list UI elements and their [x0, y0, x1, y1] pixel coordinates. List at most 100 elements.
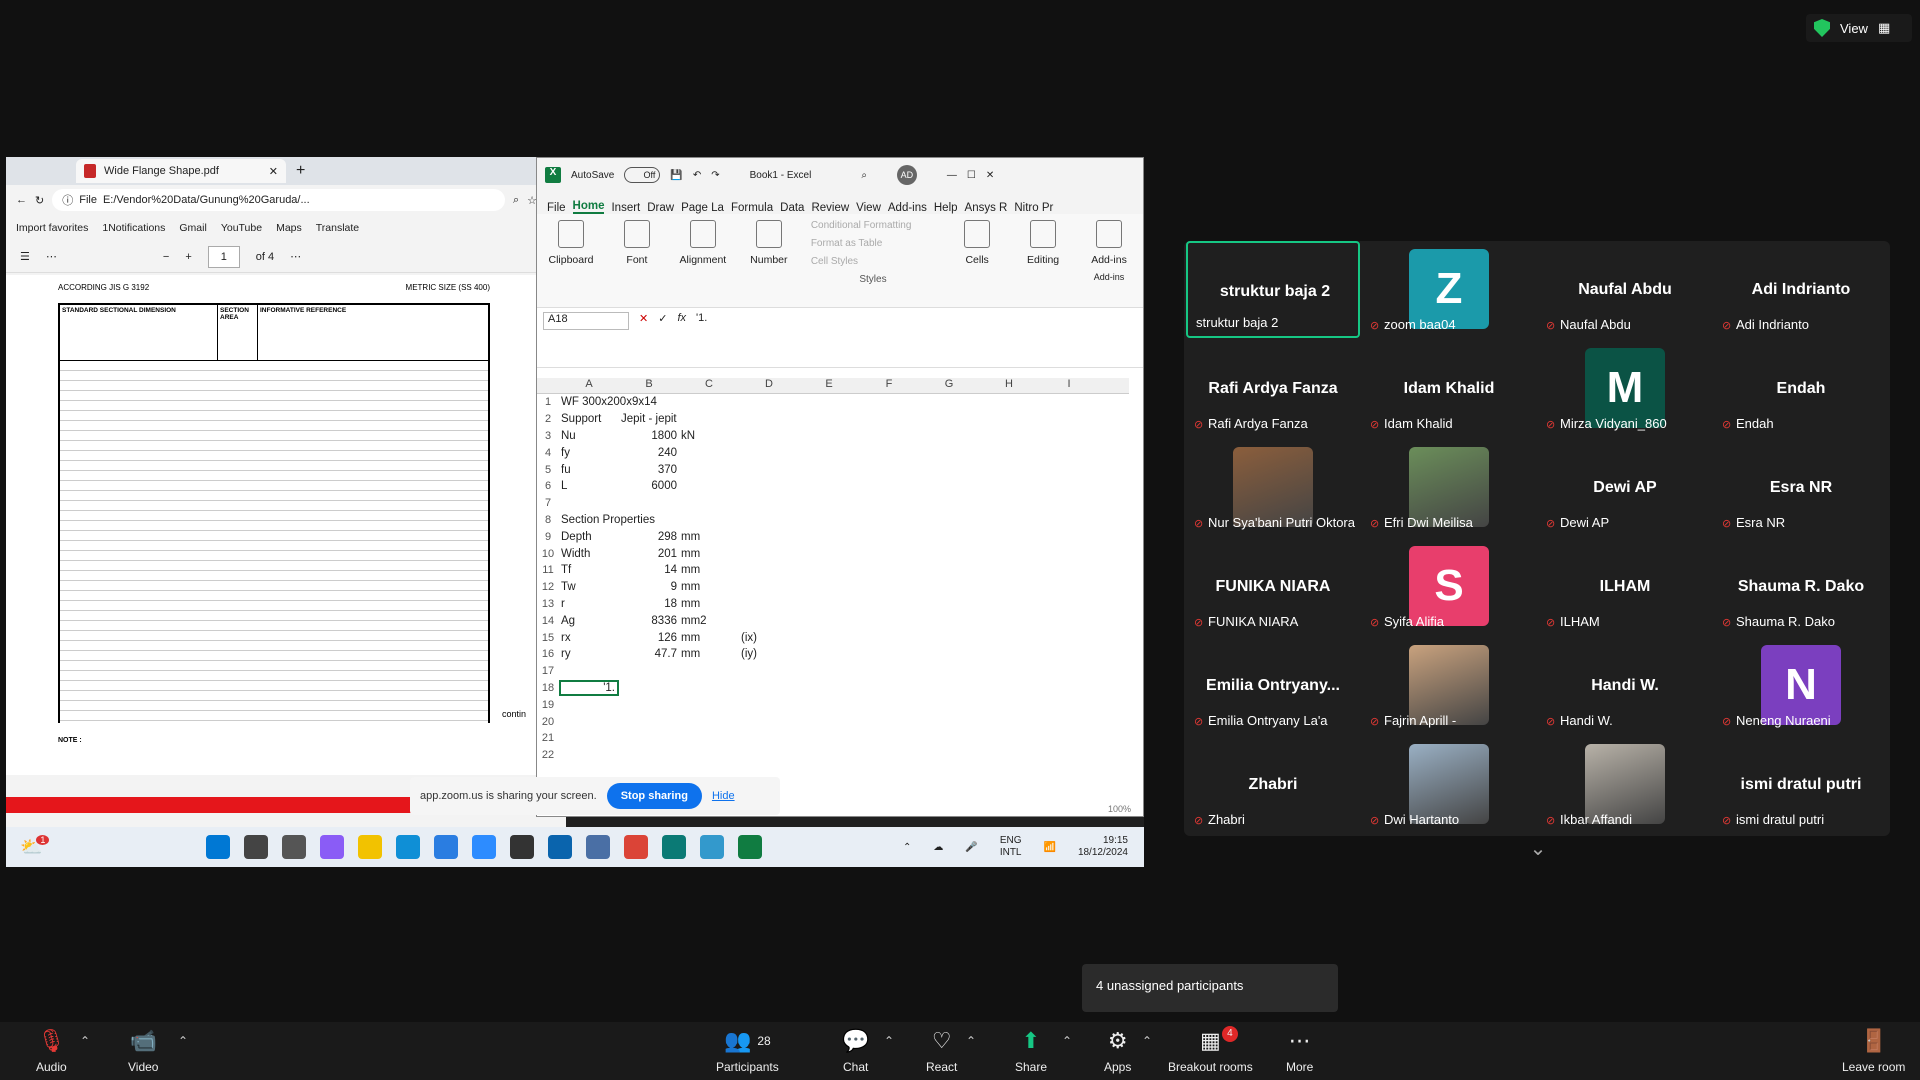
cell-c[interactable]: mm: [679, 598, 739, 610]
audio-button[interactable]: 🎙 Audio: [36, 1028, 67, 1074]
row-number[interactable]: 11: [537, 564, 559, 576]
number-button[interactable]: Number: [745, 220, 793, 301]
chevron-up-icon[interactable]: ⌃: [903, 842, 911, 853]
chat-caret-icon[interactable]: ⌃: [884, 1034, 894, 1048]
cell-c[interactable]: mm: [679, 531, 739, 543]
participant-tile[interactable]: Handi W. ⊘ Handi W.: [1538, 637, 1712, 734]
cell-a[interactable]: Ag: [559, 615, 619, 627]
zoom-icon[interactable]: [472, 835, 496, 859]
cell-b[interactable]: 1800: [619, 430, 679, 442]
file-explorer-icon[interactable]: [358, 835, 382, 859]
cell-a[interactable]: rx: [559, 632, 619, 644]
participant-tile[interactable]: Zhabri ⊘ Zhabri: [1186, 736, 1360, 833]
language[interactable]: ENG INTL: [1000, 835, 1022, 859]
participant-tile[interactable]: Idam Khalid ⊘ Idam Khalid: [1362, 340, 1536, 437]
mail-icon[interactable]: [548, 835, 572, 859]
confirm-formula-icon[interactable]: ✓: [658, 312, 667, 325]
cell-a[interactable]: '1.: [559, 679, 619, 696]
alignment-button[interactable]: Alignment: [679, 220, 727, 301]
favorite-notifications[interactable]: 1Notifications: [102, 222, 165, 234]
app3-icon[interactable]: [662, 835, 686, 859]
cell-a[interactable]: Nu: [559, 430, 619, 442]
cell-a[interactable]: ry: [559, 648, 619, 660]
row-number[interactable]: 20: [537, 716, 559, 728]
participant-tile[interactable]: ⊘ Efri Dwi Meilisa: [1362, 439, 1536, 536]
row-number[interactable]: 7: [537, 497, 559, 509]
chrome-icon[interactable]: [624, 835, 648, 859]
stop-sharing-button[interactable]: Stop sharing: [606, 783, 702, 809]
cancel-formula-icon[interactable]: ✕: [639, 312, 648, 325]
cell-a[interactable]: L: [559, 480, 619, 492]
new-tab-icon[interactable]: +: [296, 162, 305, 180]
close-icon[interactable]: ✕: [269, 165, 278, 178]
maximize-icon[interactable]: ☐: [967, 170, 976, 181]
row-number[interactable]: 4: [537, 447, 559, 459]
corner-cell[interactable]: [537, 378, 559, 393]
menu-ansys[interactable]: Ansys R: [965, 202, 1008, 214]
more-button[interactable]: ⋯ More: [1286, 1028, 1313, 1074]
menu-view[interactable]: View: [856, 202, 881, 214]
row-number[interactable]: 2: [537, 413, 559, 425]
cell-a[interactable]: Tf: [559, 564, 619, 576]
cell-styles[interactable]: Cell Styles: [811, 256, 935, 267]
chevron-down-icon[interactable]: ⌄: [1498, 836, 1578, 868]
close-window-icon[interactable]: ✕: [986, 170, 994, 181]
share-caret-icon[interactable]: ⌃: [1062, 1034, 1072, 1048]
participant-tile[interactable]: Rafi Ardya Fanza ⊘ Rafi Ardya Fanza: [1186, 340, 1360, 437]
view-button[interactable]: View ▦: [1806, 14, 1912, 42]
url-field[interactable]: ⓘ File E:/Vendor%20Data/Gunung%20Garuda/…: [52, 189, 505, 211]
onedrive-icon[interactable]: ☁: [933, 842, 943, 853]
cell-b[interactable]: 298: [619, 531, 679, 543]
user-avatar[interactable]: AD: [896, 165, 917, 185]
pdf-more-icon[interactable]: ⋯: [46, 250, 57, 263]
cell-c[interactable]: mm: [679, 632, 739, 644]
column-header[interactable]: A: [559, 378, 619, 393]
cell-b[interactable]: 8336: [619, 615, 679, 627]
column-header[interactable]: E: [799, 378, 859, 393]
cell-b[interactable]: 18: [619, 598, 679, 610]
row-number[interactable]: 6: [537, 480, 559, 492]
participant-tile[interactable]: ILHAM ⊘ ILHAM: [1538, 538, 1712, 635]
participant-tile[interactable]: ⊘ Fajrin Aprill -: [1362, 637, 1536, 734]
undo-icon[interactable]: ↶: [693, 170, 701, 181]
mic-tray-icon[interactable]: 🎤: [965, 842, 977, 853]
menu-file[interactable]: File: [547, 202, 566, 214]
cell-a[interactable]: Width: [559, 548, 619, 560]
cells-button[interactable]: Cells: [953, 220, 1001, 301]
cell-b[interactable]: 14: [619, 564, 679, 576]
column-header[interactable]: D: [739, 378, 799, 393]
column-header[interactable]: I: [1039, 378, 1099, 393]
row-number[interactable]: 8: [537, 514, 559, 526]
pdf-menu-icon[interactable]: ⋯: [290, 250, 301, 263]
row-number[interactable]: 13: [537, 598, 559, 610]
cell-b[interactable]: 370: [619, 464, 679, 476]
cell-b[interactable]: 47.7: [619, 648, 679, 660]
react-caret-icon[interactable]: ⌃: [966, 1034, 976, 1048]
participant-tile[interactable]: ⊘ Dwi Hartanto: [1362, 736, 1536, 833]
format-as-table[interactable]: Format as Table: [811, 238, 935, 249]
cell-b[interactable]: 126: [619, 632, 679, 644]
menu-help[interactable]: Help: [934, 202, 958, 214]
back-icon[interactable]: ←: [16, 194, 27, 206]
video-button[interactable]: 📹 Video: [128, 1028, 158, 1074]
cell-a[interactable]: WF 300x200x9x14: [559, 396, 657, 408]
row-number[interactable]: 16: [537, 648, 559, 660]
column-header[interactable]: F: [859, 378, 919, 393]
menu-formulas[interactable]: Formula: [731, 202, 773, 214]
clipboard-button[interactable]: Clipboard: [547, 220, 595, 301]
cell-d[interactable]: (ix): [739, 632, 799, 644]
edge-tab[interactable]: Wide Flange Shape.pdf ✕: [76, 159, 286, 183]
start-icon[interactable]: [206, 835, 230, 859]
row-number[interactable]: 21: [537, 732, 559, 744]
font-button[interactable]: Font: [613, 220, 661, 301]
row-number[interactable]: 15: [537, 632, 559, 644]
column-header[interactable]: H: [979, 378, 1039, 393]
addins-button[interactable]: Add-ins Add-ins: [1085, 220, 1133, 301]
cell-a[interactable]: fy: [559, 447, 619, 459]
participant-tile[interactable]: Shauma R. Dako ⊘ Shauma R. Dako: [1714, 538, 1888, 635]
search-icon[interactable]: ⌕: [513, 194, 519, 207]
participant-tile[interactable]: struktur baja 2 struktur baja 2: [1186, 241, 1360, 338]
participant-tile[interactable]: ⊘ Ikbar Affandi: [1538, 736, 1712, 833]
wifi-icon[interactable]: 📶: [1043, 842, 1055, 853]
favorite-import[interactable]: Import favorites: [16, 222, 88, 234]
